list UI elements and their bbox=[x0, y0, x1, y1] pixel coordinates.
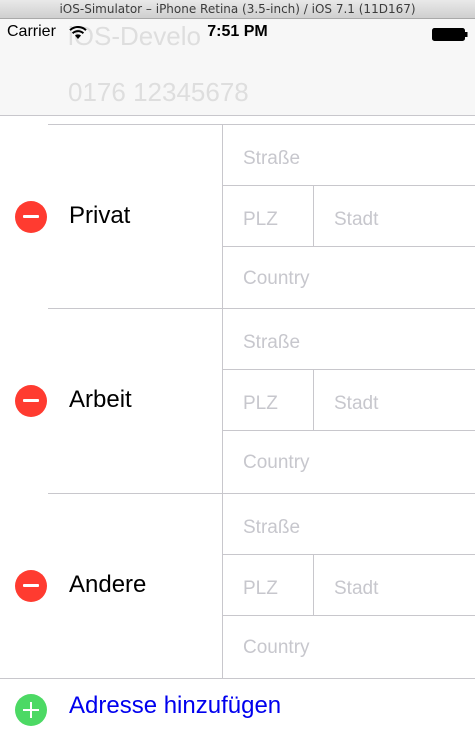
country-field[interactable]: Country bbox=[243, 268, 310, 290]
add-address-button[interactable] bbox=[15, 694, 47, 726]
city-field[interactable]: Stadt bbox=[334, 393, 378, 415]
address-type-label[interactable]: Andere bbox=[69, 571, 146, 599]
street-field[interactable]: Straße bbox=[243, 148, 300, 170]
row-divider bbox=[223, 369, 475, 370]
address-section-arbeit: Arbeit Straße PLZ Stadt Country bbox=[0, 308, 475, 493]
contact-header: iOS-Develo 0176 12345678 Carrier 7:51 PM bbox=[0, 19, 475, 116]
simulator-window-title: iOS-Simulator – iPhone Retina (3.5-inch)… bbox=[0, 0, 475, 19]
zip-field[interactable]: PLZ bbox=[243, 578, 278, 600]
section-divider bbox=[0, 678, 475, 679]
add-address-row[interactable]: Adresse hinzufügen bbox=[0, 678, 475, 733]
city-field[interactable]: Stadt bbox=[334, 578, 378, 600]
row-divider bbox=[223, 246, 475, 247]
section-divider bbox=[48, 308, 475, 309]
row-divider bbox=[223, 615, 475, 616]
section-divider bbox=[48, 124, 475, 125]
zip-field[interactable]: PLZ bbox=[243, 209, 278, 231]
zip-divider bbox=[313, 370, 314, 431]
add-address-label[interactable]: Adresse hinzufügen bbox=[69, 692, 281, 720]
address-type-label[interactable]: Arbeit bbox=[69, 386, 132, 414]
zip-divider bbox=[313, 186, 314, 247]
address-type-label[interactable]: Privat bbox=[69, 202, 130, 230]
zip-divider bbox=[313, 555, 314, 616]
address-section-privat: Privat Straße PLZ Stadt Country bbox=[0, 124, 475, 309]
zip-field[interactable]: PLZ bbox=[243, 393, 278, 415]
delete-address-button[interactable] bbox=[15, 385, 47, 417]
city-field[interactable]: Stadt bbox=[334, 209, 378, 231]
address-section-andere: Andere Straße PLZ Stadt Country bbox=[0, 493, 475, 678]
street-field[interactable]: Straße bbox=[243, 517, 300, 539]
battery-icon bbox=[432, 28, 468, 41]
country-field[interactable]: Country bbox=[243, 637, 310, 659]
column-divider bbox=[222, 124, 223, 309]
contact-phone-field[interactable]: 0176 12345678 bbox=[68, 77, 249, 108]
row-divider bbox=[223, 554, 475, 555]
status-bar: Carrier 7:51 PM bbox=[0, 19, 475, 49]
row-divider bbox=[223, 430, 475, 431]
column-divider bbox=[222, 493, 223, 678]
column-divider bbox=[222, 308, 223, 493]
status-time: 7:51 PM bbox=[207, 23, 268, 40]
delete-address-button[interactable] bbox=[15, 201, 47, 233]
delete-address-button[interactable] bbox=[15, 570, 47, 602]
row-divider bbox=[223, 185, 475, 186]
country-field[interactable]: Country bbox=[243, 452, 310, 474]
street-field[interactable]: Straße bbox=[243, 332, 300, 354]
section-divider bbox=[48, 493, 475, 494]
